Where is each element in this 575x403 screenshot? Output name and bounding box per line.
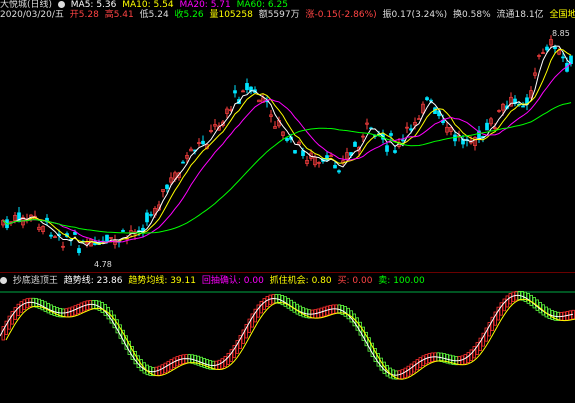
quote-info-row: 2020/03/20/五 开5.28 高5.41 低5.24 收5.26 量10… (0, 10, 575, 20)
indicator-bar (469, 349, 473, 361)
indicator-bar (259, 300, 263, 314)
indicator-bar (13, 307, 17, 320)
indicator-bar (223, 355, 227, 368)
high-price-label: 8.85 (552, 29, 570, 38)
indicator-bar (256, 304, 260, 318)
candlestick-chart[interactable]: 8.85 4.78 (0, 20, 575, 272)
ma-legend-row: 大悦城(日线) MA5: 5.36 MA10: 5.54 MA20: 5.71 … (0, 0, 291, 10)
trend-line-value: 趋势线: 23.86 (63, 276, 123, 286)
candle-body (149, 214, 153, 216)
indicator-bar (265, 296, 269, 307)
stock-title[interactable]: 大悦城(日线) (0, 0, 52, 10)
ma60-value: MA60: 6.25 (236, 0, 288, 10)
candle-body (293, 150, 297, 154)
indicator-bar (412, 361, 416, 373)
candle-body (521, 105, 525, 108)
indicator-bar (289, 299, 293, 311)
indicator-bar (508, 293, 512, 305)
quote-low: 低5.24 (139, 10, 169, 20)
indicator-bar (292, 301, 296, 313)
candle-body (145, 212, 149, 223)
candle-body (545, 46, 549, 51)
indicator-bar (502, 298, 506, 312)
quote-high: 高5.41 (104, 10, 134, 20)
candle-body (337, 170, 341, 173)
quote-volume: 量105258 (209, 10, 253, 20)
candle-body (561, 56, 565, 59)
candle-body (333, 164, 337, 169)
candle-body (389, 133, 393, 136)
chart-divider[interactable] (0, 272, 575, 273)
low-price-label: 4.78 (94, 260, 112, 269)
indicator-bar (415, 359, 419, 371)
ma10-value: MA10: 5.54 (122, 0, 174, 10)
ma5-value: MA5: 5.36 (70, 0, 117, 10)
sell-value: 卖: 100.00 (378, 276, 425, 286)
indicator-legend-row: 抄底逃顶王 趋势线: 23.86 趋势均线: 39.11 回抽确认: 0.00 … (0, 276, 428, 286)
indicator-name[interactable]: 抄底逃顶王 (13, 276, 58, 286)
candle-body (401, 139, 405, 142)
candle-body (105, 234, 109, 242)
candle-body (77, 248, 81, 253)
candle-body (393, 150, 397, 153)
quote-sector[interactable]: 全国地产 (549, 10, 575, 20)
ma-line (2, 48, 572, 245)
candle-body (121, 230, 125, 232)
candle-body (385, 145, 389, 152)
quote-amount: 额5597万 (258, 10, 300, 20)
candle-body (181, 161, 185, 164)
indicator-chart[interactable] (0, 286, 575, 403)
candle-body (425, 97, 429, 101)
indicator-bar (226, 352, 230, 365)
quote-amplitude: 振0.17(3.24%) (382, 10, 448, 20)
quote-float: 流通18.1亿 (496, 10, 544, 20)
trend-avg-value: 趋势均线: 39.11 (128, 276, 196, 286)
candle-body (245, 83, 249, 91)
gear-icon[interactable] (57, 1, 65, 8)
ma20-value: MA20: 5.71 (179, 0, 231, 10)
quote-date: 2020/03/20/五 (0, 10, 64, 20)
chance-value: 抓住机会: 0.80 (269, 276, 332, 286)
candle-body (353, 141, 357, 147)
gear-icon[interactable] (0, 277, 7, 284)
candle-body (49, 234, 53, 237)
ma-lines-group (2, 45, 572, 247)
indicator-bar (262, 298, 266, 310)
trend-average-line (5, 298, 575, 380)
ma-line (2, 45, 572, 247)
candle-body (233, 90, 237, 94)
candle-body (553, 46, 557, 49)
candle-body (165, 184, 169, 189)
candle-body (73, 231, 77, 235)
indicator-bar (16, 303, 20, 316)
quote-open: 开5.28 (69, 10, 99, 20)
indicator-bar (19, 301, 23, 313)
rebound-value: 回抽确认: 0.00 (201, 276, 264, 286)
quote-change: 涨-0.15(-2.86%) (305, 10, 377, 20)
candle-body (485, 122, 489, 131)
candle-body (201, 140, 205, 145)
indicator-bar (505, 295, 509, 308)
candles-group (1, 35, 573, 256)
quote-turnover: 换0.58% (453, 10, 491, 20)
buy-value: 买: 0.00 (337, 276, 373, 286)
indicator-bar (346, 307, 350, 320)
candle-body (409, 128, 413, 131)
ma-line (2, 62, 572, 243)
quote-close: 收5.26 (174, 10, 204, 20)
indicator-bar (286, 297, 290, 309)
candle-body (285, 137, 289, 141)
